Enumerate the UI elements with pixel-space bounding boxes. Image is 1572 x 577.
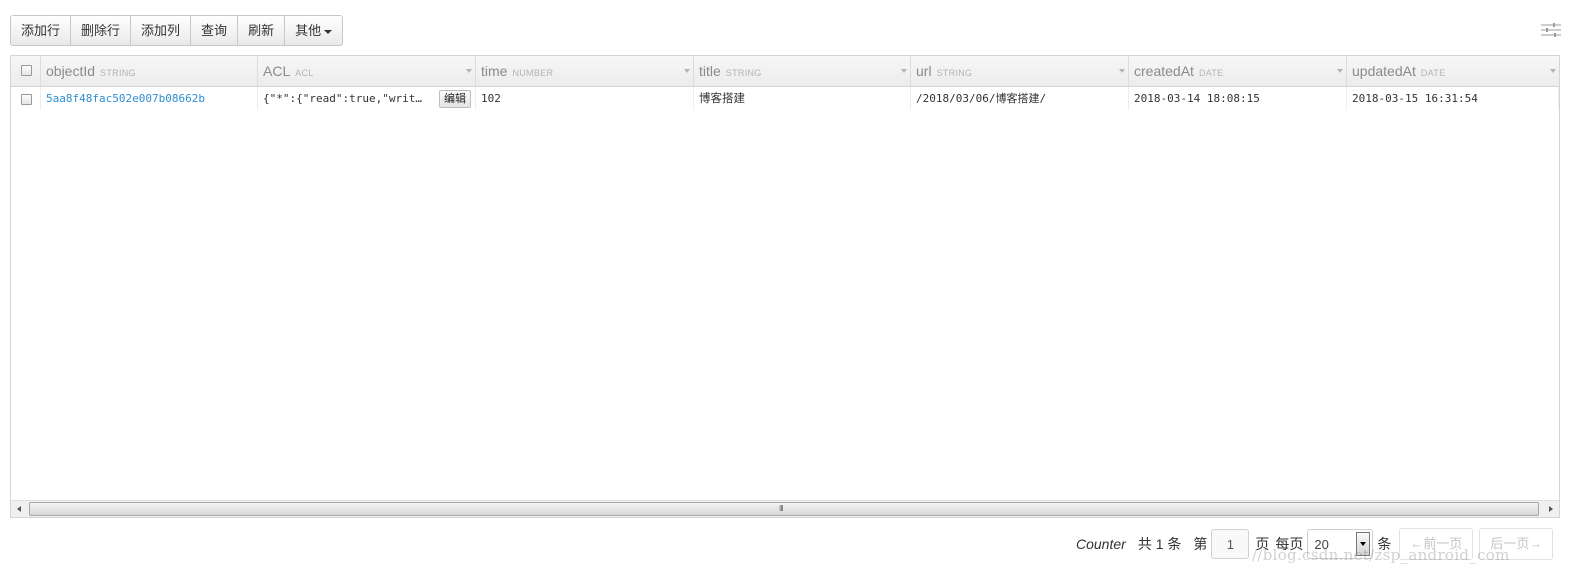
select-all-cell	[11, 56, 41, 86]
column-type: ACL	[295, 68, 314, 78]
more-dropdown-label: 其他	[295, 23, 322, 38]
chevron-down-icon[interactable]	[901, 69, 907, 73]
page-prefix: 第	[1193, 536, 1208, 552]
delete-row-button[interactable]: 删除行	[71, 16, 132, 45]
column-header-title[interactable]: title STRING	[694, 56, 911, 86]
column-name: updatedAt	[1352, 63, 1416, 79]
column-type: DATE	[1198, 68, 1224, 78]
add-row-button[interactable]: 添加行	[11, 16, 72, 45]
edit-acl-button[interactable]: 编辑	[439, 90, 471, 108]
caret-down-icon	[324, 29, 333, 34]
column-header-time[interactable]: time NUMBER	[476, 56, 694, 86]
class-name-label: Counter	[1076, 536, 1126, 552]
scrollbar-thumb[interactable]: III	[29, 502, 1539, 516]
select-all-checkbox[interactable]	[21, 65, 32, 76]
acl-value: {"*":{"read":true,"writ…	[263, 92, 422, 105]
query-button[interactable]: 查询	[191, 16, 239, 45]
column-name: objectId	[46, 63, 96, 79]
scroll-left-icon[interactable]	[11, 501, 28, 517]
grid-header: objectId STRING ACL ACL time NUMBER title ST…	[11, 56, 1559, 87]
chevron-down-icon[interactable]	[1119, 69, 1125, 73]
horizontal-scrollbar[interactable]: III	[11, 500, 1559, 517]
column-header-objectid[interactable]: objectId STRING	[41, 56, 258, 86]
row-select-cell	[11, 87, 41, 110]
more-dropdown-button[interactable]: 其他	[285, 16, 342, 45]
grip-icon: III	[779, 504, 784, 513]
objectid-cell[interactable]: 5aa8f48fac502e007b08662b	[41, 87, 258, 110]
row-checkbox[interactable]	[21, 93, 32, 105]
title-cell[interactable]: 博客搭建	[694, 87, 911, 110]
column-name: time	[481, 63, 508, 79]
sliders-icon[interactable]	[1540, 20, 1562, 40]
url-cell[interactable]: /2018/03/06/博客搭建/	[911, 87, 1129, 110]
column-type: DATE	[1420, 68, 1446, 78]
column-name: url	[916, 63, 932, 79]
column-header-createdat[interactable]: createdAt DATE	[1129, 56, 1347, 86]
data-browser-page: 添加行 删除行 添加列 查询 刷新 其他 objectId STRING ACL A…	[0, 0, 1572, 577]
total-count: 共 1 条	[1137, 536, 1182, 552]
chevron-down-icon[interactable]	[466, 69, 472, 73]
refresh-button[interactable]: 刷新	[238, 16, 286, 45]
chevron-down-icon[interactable]	[1337, 69, 1343, 73]
toolbar: 添加行 删除行 添加列 查询 刷新 其他	[10, 15, 344, 46]
acl-cell[interactable]: {"*":{"read":true,"writ… 编辑	[258, 87, 476, 110]
add-column-button[interactable]: 添加列	[131, 16, 192, 45]
column-header-url[interactable]: url STRING	[911, 56, 1129, 86]
column-name: ACL	[263, 63, 291, 79]
table-row[interactable]: 5aa8f48fac502e007b08662b {"*":{"read":tr…	[11, 87, 1559, 110]
scroll-right-icon[interactable]	[1542, 501, 1559, 517]
chevron-down-icon[interactable]	[1550, 69, 1556, 73]
column-type: STRING	[100, 68, 136, 78]
page-number-input[interactable]	[1211, 529, 1250, 559]
watermark: //blog.csdn.net/zsp_android_com	[1252, 546, 1510, 564]
column-type: STRING	[936, 68, 973, 78]
createdat-cell[interactable]: 2018-03-14 18:08:15	[1129, 87, 1347, 110]
column-type: STRING	[725, 68, 762, 78]
column-name: createdAt	[1134, 63, 1194, 79]
chevron-down-icon[interactable]	[684, 69, 690, 73]
time-cell[interactable]: 102	[476, 87, 694, 110]
column-header-acl[interactable]: ACL ACL	[258, 56, 476, 86]
column-name: title	[699, 63, 721, 79]
updatedat-cell[interactable]: 2018-03-15 16:31:54	[1347, 87, 1559, 110]
column-type: NUMBER	[512, 68, 554, 78]
column-header-updatedat[interactable]: updatedAt DATE	[1347, 56, 1559, 86]
data-grid: objectId STRING ACL ACL time NUMBER title ST…	[10, 55, 1560, 518]
